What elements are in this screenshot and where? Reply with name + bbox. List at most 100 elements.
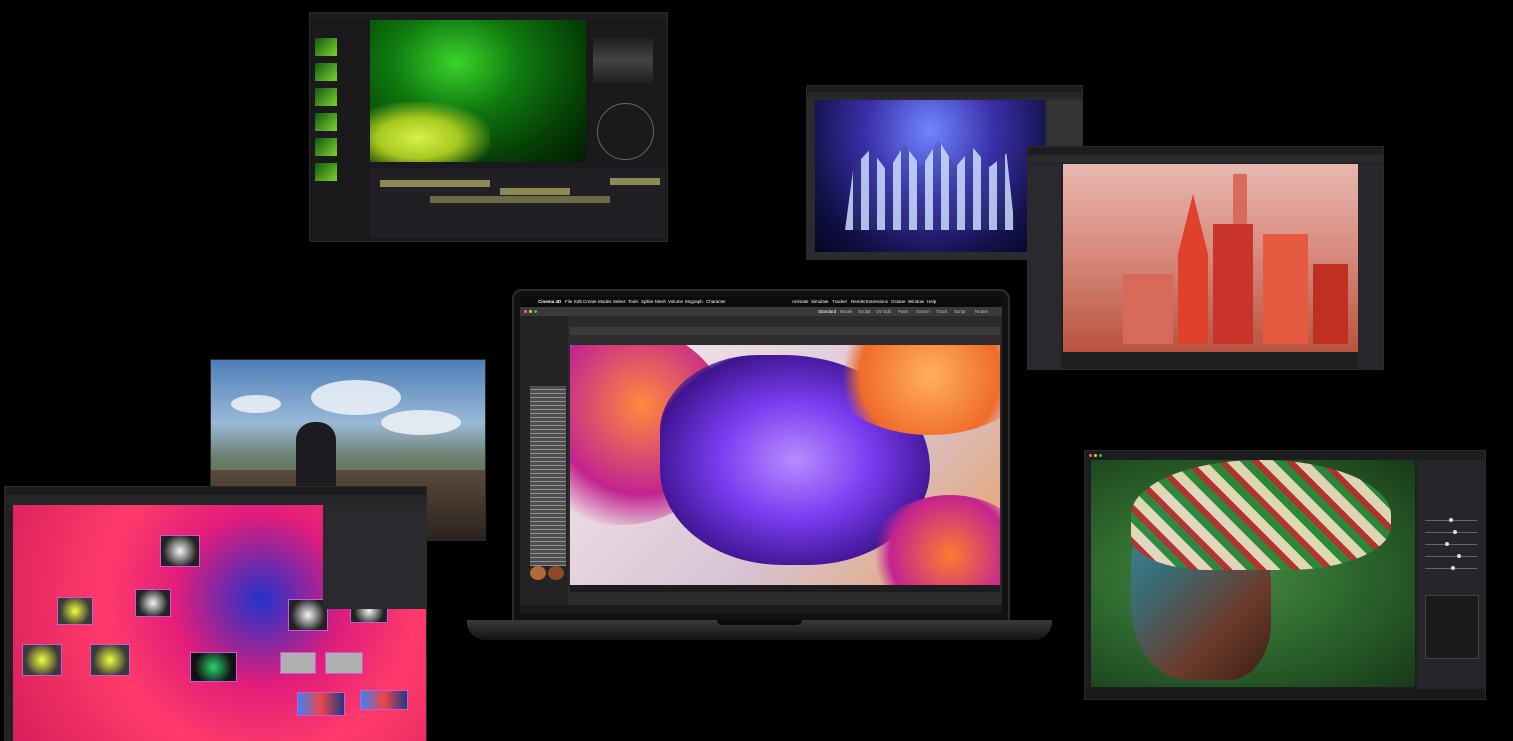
- waveform-scope: [593, 38, 653, 83]
- menu-character[interactable]: Character: [706, 299, 726, 304]
- node-tile[interactable]: [288, 599, 328, 631]
- clip-thumbnail[interactable]: [315, 63, 337, 81]
- menu-window[interactable]: Window: [908, 299, 924, 304]
- material-swatch[interactable]: [548, 566, 564, 580]
- portrait-scarf: [1131, 460, 1391, 570]
- menu-create[interactable]: Create: [583, 299, 597, 304]
- scene-menubar: [1028, 147, 1383, 155]
- editor-options-bar: [807, 92, 1082, 98]
- whites-slider[interactable]: [1425, 566, 1477, 570]
- close-window-icon[interactable]: [524, 310, 527, 313]
- menu-simulate[interactable]: Simulate: [811, 299, 829, 304]
- menu-select[interactable]: Select: [613, 299, 626, 304]
- tone-curve[interactable]: [1425, 595, 1479, 659]
- timeline-clip[interactable]: [430, 196, 610, 203]
- node-parameters-panel[interactable]: [323, 505, 426, 609]
- picture-viewer-window: Picture Viewer: [570, 327, 1000, 592]
- menu-tracker[interactable]: Tracker: [832, 299, 847, 304]
- shadows-slider[interactable]: [1425, 554, 1477, 558]
- node-tile[interactable]: [135, 589, 171, 617]
- minimize-window-icon[interactable]: [1094, 454, 1097, 457]
- clip-thumbnail[interactable]: [315, 88, 337, 106]
- contrast-slider[interactable]: [1425, 530, 1477, 534]
- develop-titlebar: [1085, 451, 1485, 460]
- highlights-slider[interactable]: [1425, 542, 1477, 546]
- node-tile[interactable]: [190, 652, 237, 682]
- node-tile[interactable]: [325, 652, 363, 674]
- app-menu[interactable]: Cinema 4D: [538, 299, 561, 304]
- clip-thumbnail[interactable]: [315, 113, 337, 131]
- layout-tab-nodes[interactable]: Nodes: [975, 309, 988, 314]
- adjustments-panel[interactable]: [1417, 460, 1485, 699]
- grading-menubar: [310, 13, 667, 19]
- layout-tab-paint[interactable]: Paint: [898, 309, 908, 314]
- cloud: [231, 395, 281, 413]
- laptop-base: [467, 620, 1052, 640]
- menu-mograph[interactable]: Mograph: [685, 299, 703, 304]
- status-bar: [520, 605, 1002, 613]
- menu-spline[interactable]: Spline: [641, 299, 654, 304]
- menu-help[interactable]: Help: [927, 299, 936, 304]
- clip-thumbnail[interactable]: [315, 138, 337, 156]
- close-window-icon[interactable]: [1089, 454, 1092, 457]
- layout-tab-model[interactable]: Model: [840, 309, 852, 314]
- timeline-clip[interactable]: [500, 188, 570, 195]
- app-titlebar: Standard Model Sculpt UV Edit Paint Groo…: [520, 307, 1002, 316]
- picture-viewer-toolbar[interactable]: [570, 335, 1000, 345]
- menu-octane[interactable]: Octane: [891, 299, 906, 304]
- photo-develop-window: [1085, 451, 1485, 699]
- scene-left-panel[interactable]: [1028, 164, 1061, 369]
- minimize-window-icon[interactable]: [529, 310, 532, 313]
- node-tile[interactable]: [280, 652, 316, 674]
- timeline-clip[interactable]: [610, 178, 660, 185]
- menu-mesh[interactable]: Mesh: [655, 299, 666, 304]
- cloud: [311, 380, 401, 415]
- object-manager-panel[interactable]: [1358, 164, 1383, 369]
- menu-modes[interactable]: Modes: [598, 299, 612, 304]
- timeline-clip[interactable]: [380, 180, 490, 187]
- node-tile[interactable]: [160, 535, 200, 567]
- layout-tab-sculpt[interactable]: Sculpt: [858, 309, 871, 314]
- menu-volume[interactable]: Volume: [668, 299, 683, 304]
- node-tile[interactable]: [90, 644, 130, 676]
- layout-tab-standard[interactable]: Standard: [818, 309, 836, 314]
- node-editor-menubar: [5, 487, 426, 495]
- filmstrip-bar: [1085, 689, 1485, 699]
- macbook-pro: Cinema 4D File Edit Create Modes Select …: [512, 289, 1010, 623]
- photo-canvas[interactable]: [815, 100, 1045, 252]
- node-editor-window: [5, 487, 426, 741]
- zoom-window-icon[interactable]: [1099, 454, 1102, 457]
- menu-file[interactable]: File: [565, 299, 572, 304]
- material-swatch[interactable]: [530, 566, 546, 580]
- exposure-slider[interactable]: [1425, 518, 1477, 522]
- grading-timeline[interactable]: [370, 168, 665, 238]
- menu-tools[interactable]: Tools: [628, 299, 639, 304]
- menu-edit[interactable]: Edit: [574, 299, 582, 304]
- color-grading-window: [310, 13, 667, 241]
- layout-tab-uv-edit[interactable]: UV Edit: [876, 309, 891, 314]
- clip-thumbnail[interactable]: [315, 163, 337, 181]
- render-output[interactable]: [570, 345, 1000, 585]
- tool-palette[interactable]: [520, 316, 568, 606]
- node-tile[interactable]: [297, 692, 345, 716]
- layout-tab-script[interactable]: Script: [954, 309, 966, 314]
- layout-tab-track[interactable]: Track: [936, 309, 947, 314]
- menu-extensions[interactable]: Extensions: [866, 299, 888, 304]
- node-tile[interactable]: [360, 690, 408, 710]
- menu-animate[interactable]: Animate: [792, 299, 809, 304]
- clip-thumbnail[interactable]: [315, 38, 337, 56]
- 3d-scene-window: [1028, 147, 1383, 369]
- grading-viewer: [370, 20, 586, 162]
- scene-tower: [1263, 234, 1308, 344]
- portrait-photo[interactable]: [1091, 460, 1415, 687]
- node-editor-sidebar: [5, 505, 13, 741]
- 3d-viewport[interactable]: [1063, 164, 1358, 352]
- node-tile[interactable]: [22, 644, 62, 676]
- menu-render[interactable]: Render: [851, 299, 866, 304]
- layout-tab-groom[interactable]: Groom: [916, 309, 930, 314]
- picture-viewer-titlebar: Picture Viewer: [570, 327, 1000, 342]
- viewer-image-smoke: [370, 102, 490, 162]
- zoom-window-icon[interactable]: [534, 310, 537, 313]
- node-tile[interactable]: [57, 597, 93, 625]
- dancers-image: [845, 140, 1015, 230]
